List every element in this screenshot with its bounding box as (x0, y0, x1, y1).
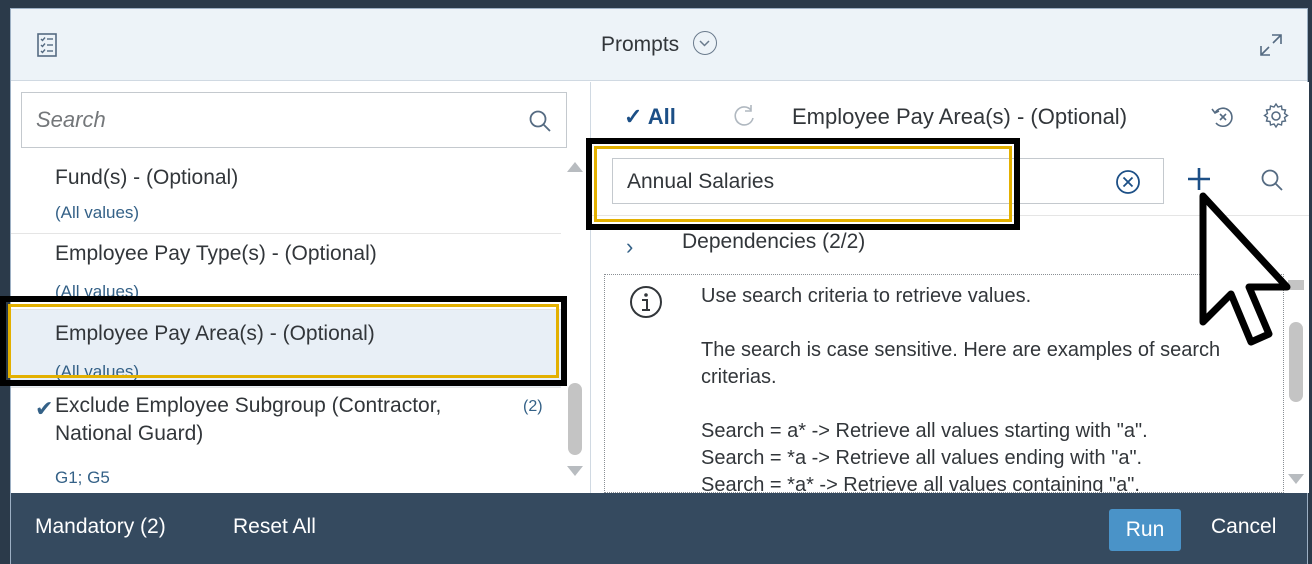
run-button[interactable]: Run (1109, 509, 1181, 551)
prompt-search-box (21, 92, 567, 148)
scroll-down-icon[interactable] (567, 466, 583, 476)
scroll-up-icon[interactable] (1288, 280, 1304, 290)
add-value-icon[interactable] (1184, 164, 1214, 194)
scroll-up-icon[interactable] (567, 162, 583, 172)
detail-title: Employee Pay Area(s) - (Optional) (792, 104, 1128, 129)
value-entry-row (592, 146, 1309, 216)
scrollbar-thumb[interactable] (1289, 322, 1303, 402)
refresh-icon[interactable] (732, 104, 756, 128)
prompt-value: (All values) (55, 362, 140, 381)
prompt-label: Employee Pay Area(s) - (Optional) (55, 322, 375, 345)
prompt-item-exclude-subgroup[interactable]: ✔ Exclude Employee Subgroup (Contractor,… (11, 388, 561, 493)
scroll-down-icon[interactable] (1288, 474, 1304, 484)
cancel-button[interactable]: Cancel (1211, 515, 1276, 539)
prompt-value: (All values) (55, 282, 140, 301)
checkmark-icon: ✔ (35, 396, 54, 421)
prompt-search-input[interactable] (36, 105, 486, 135)
dialog-header: Prompts (11, 9, 1307, 81)
maximize-icon[interactable] (1259, 33, 1283, 57)
prompt-label: Exclude Employee Subgroup (Contractor, N… (55, 394, 442, 445)
selection-count: (2) (523, 398, 543, 415)
prompt-value: (All values) (55, 203, 140, 222)
value-input-box (612, 158, 1164, 204)
prompts-dialog: Prompts Fund(s) - (Optional) (All values… (10, 8, 1309, 564)
detail-toolbar: ✓ All Employee Pay Area(s) - (Optional) (592, 82, 1309, 146)
info-line: Search = a* -> Retrieve all values start… (701, 420, 1148, 442)
dependencies-label: Dependencies (2/2) (682, 230, 866, 253)
prompt-label: Employee Pay Type(s) - (Optional) (55, 242, 377, 265)
all-label: All (647, 104, 676, 129)
search-info-panel: Use search criteria to retrieve values. … (604, 274, 1284, 493)
dialog-title-text: Prompts (600, 33, 680, 56)
prompt-value: G1; G5 (55, 468, 110, 487)
info-icon (630, 286, 662, 318)
prompt-list: Fund(s) - (Optional) (All values) Employ… (11, 158, 591, 493)
dialog-title: Prompts (11, 31, 1307, 57)
info-line: Use search criteria to retrieve values. (701, 285, 1032, 307)
gear-icon[interactable] (1262, 102, 1290, 130)
clear-icon[interactable] (1115, 169, 1141, 195)
info-line: The search is case sensitive. Here are e… (701, 339, 1221, 388)
reset-all-button[interactable]: Reset All (233, 515, 316, 539)
chevron-right-icon: › (626, 234, 634, 259)
chevron-down-icon[interactable] (693, 31, 718, 56)
prompt-list-scrollbar[interactable] (565, 158, 585, 493)
value-input[interactable] (627, 167, 1087, 197)
info-scrollbar[interactable] (1284, 274, 1308, 493)
all-button[interactable]: ✓ All (624, 104, 676, 130)
search-icon[interactable] (528, 109, 552, 133)
prompt-item-fund[interactable]: Fund(s) - (Optional) (All values) (11, 158, 561, 234)
prompt-detail-panel: ✓ All Employee Pay Area(s) - (Optional) (592, 82, 1309, 493)
dialog-footer: Mandatory (2) Reset All Run Cancel (11, 493, 1307, 564)
prompt-item-pay-area[interactable]: Employee Pay Area(s) - (Optional) (All v… (11, 310, 561, 388)
dependencies-toggle[interactable]: › Dependencies (2/2) (592, 216, 1309, 268)
scrollbar-thumb[interactable] (568, 383, 582, 455)
prompt-item-pay-type[interactable]: Employee Pay Type(s) - (Optional) (All v… (11, 234, 561, 310)
clear-selection-icon[interactable] (1210, 104, 1236, 130)
info-line: Search = *a -> Retrieve all values endin… (701, 447, 1143, 469)
search-icon[interactable] (1260, 168, 1284, 192)
info-line: Search = *a* -> Retrieve all values cont… (701, 474, 1140, 493)
mandatory-link[interactable]: Mandatory (2) (35, 515, 166, 539)
prompts-panel: Fund(s) - (Optional) (All values) Employ… (11, 82, 591, 493)
prompt-label: Fund(s) - (Optional) (55, 166, 239, 189)
info-text: Use search criteria to retrieve values. … (701, 283, 1261, 493)
